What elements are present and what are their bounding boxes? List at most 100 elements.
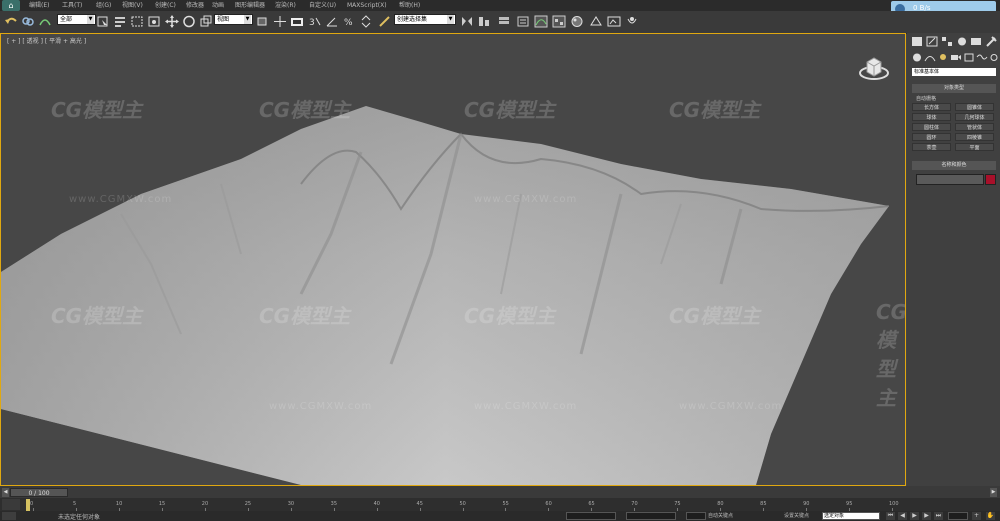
go-to-end-icon[interactable]: ⏭ xyxy=(934,512,943,520)
next-key-icon[interactable]: ▶ xyxy=(922,512,931,520)
prev-key-icon[interactable]: ◀ xyxy=(898,512,907,520)
mirror-icon[interactable] xyxy=(460,15,474,28)
reference-coord-select[interactable]: 视图 ▼ xyxy=(214,14,253,25)
modify-tab-icon[interactable] xyxy=(926,36,938,47)
y-coord-field[interactable] xyxy=(626,512,676,520)
cameras-category-icon[interactable] xyxy=(950,52,962,63)
z-coord-field[interactable] xyxy=(686,512,706,520)
helpers-category-icon[interactable] xyxy=(963,52,975,63)
undo-icon[interactable] xyxy=(4,15,18,28)
scene-explorer-icon[interactable] xyxy=(516,15,530,28)
selection-filter-select[interactable]: 全部 ▼ xyxy=(57,14,96,25)
named-selection-select[interactable]: 创建选择集 ▼ xyxy=(394,14,456,25)
geometry-category-icon[interactable] xyxy=(911,52,923,63)
snaps-toggle-icon[interactable]: 3 xyxy=(308,15,322,28)
object-name-field[interactable] xyxy=(916,174,984,185)
object-type-rollout[interactable]: 对象类型 xyxy=(912,84,996,93)
box-button[interactable]: 长方体 xyxy=(912,103,951,111)
teapot-button[interactable]: 茶壶 xyxy=(912,143,951,151)
select-object-icon[interactable] xyxy=(96,15,110,28)
curve-editor-icon[interactable] xyxy=(534,15,548,28)
cylinder-button[interactable]: 圆柱体 xyxy=(912,123,951,131)
menu-graph-editors[interactable]: 图形编辑器 xyxy=(235,0,265,11)
menu-tools[interactable]: 工具(T) xyxy=(62,0,82,11)
render-production-icon[interactable] xyxy=(625,15,639,28)
timeline-tick-label: 25 xyxy=(244,501,252,507)
select-by-name-icon[interactable] xyxy=(113,15,127,28)
object-category-select[interactable]: 标准基本体 xyxy=(912,68,996,76)
create-tab-icon[interactable] xyxy=(911,36,923,47)
status-bar: 未选定任何对象 自动关键点 设置关键点 选定对象 ⏮ ◀ ▶ ▶ ⏭ + ✋ xyxy=(0,511,1000,521)
angle-snap-icon[interactable] xyxy=(325,15,339,28)
systems-category-icon[interactable] xyxy=(988,52,1000,63)
timeline-tick-label: 100 xyxy=(889,501,899,507)
pyramid-button[interactable]: 四棱锥 xyxy=(955,133,994,141)
torus-button[interactable]: 圆环 xyxy=(912,133,951,141)
selected-object-select[interactable]: 选定对象 xyxy=(822,512,880,520)
menu-edit[interactable]: 编辑(E) xyxy=(29,0,49,11)
display-tab-icon[interactable] xyxy=(970,36,982,47)
current-frame-field[interactable] xyxy=(948,512,968,520)
lights-category-icon[interactable] xyxy=(937,52,949,63)
plane-button[interactable]: 平面 xyxy=(955,143,994,151)
window-crossing-icon[interactable] xyxy=(147,15,161,28)
command-panel: 标准基本体 对象类型 自动栅格 长方体 圆锥体 球体 几何球体 圆柱体 管状体 … xyxy=(907,33,1000,486)
autogrid-checkbox[interactable]: 自动栅格 xyxy=(916,95,936,102)
app-logo-icon[interactable]: ⌂ xyxy=(2,0,20,11)
sphere-button[interactable]: 球体 xyxy=(912,113,951,121)
geosphere-button[interactable]: 几何球体 xyxy=(955,113,994,121)
menu-create[interactable]: 创建(C) xyxy=(155,0,176,11)
maxscript-listener-icon[interactable] xyxy=(2,512,16,520)
zoom-icon[interactable]: + xyxy=(972,512,981,520)
hierarchy-tab-icon[interactable] xyxy=(941,36,953,47)
name-color-rollout[interactable]: 名称和颜色 xyxy=(912,161,996,170)
rotate-icon[interactable] xyxy=(182,15,196,28)
layer-manager-icon[interactable] xyxy=(497,15,511,28)
shapes-category-icon[interactable] xyxy=(924,52,936,63)
menu-rendering[interactable]: 渲染(R) xyxy=(275,0,296,11)
mini-curve-editor-icon[interactable] xyxy=(2,499,20,510)
menu-animation[interactable]: 动画 xyxy=(212,0,224,11)
menu-view[interactable]: 视图(V) xyxy=(122,0,143,11)
pivot-center-icon[interactable] xyxy=(255,15,269,28)
cone-button[interactable]: 圆锥体 xyxy=(955,103,994,111)
bind-spacewarp-icon[interactable] xyxy=(38,15,52,28)
render-setup-icon[interactable] xyxy=(589,15,603,28)
menu-modifiers[interactable]: 修改器 xyxy=(186,0,204,11)
time-slider-thumb[interactable]: 0 / 100 xyxy=(10,488,68,497)
object-color-swatch[interactable] xyxy=(985,174,996,185)
prev-frame-icon[interactable]: ◀ xyxy=(2,488,9,497)
menu-customize[interactable]: 自定义(U) xyxy=(309,0,336,11)
motion-tab-icon[interactable] xyxy=(956,36,968,47)
rendered-frame-window-icon[interactable] xyxy=(607,15,621,28)
set-key-label[interactable]: 设置关键点 xyxy=(784,512,809,519)
viewcube-icon[interactable] xyxy=(859,52,889,82)
time-slider-track[interactable] xyxy=(0,486,1000,498)
select-link-icon[interactable] xyxy=(21,15,35,28)
percent-snap-icon[interactable]: % xyxy=(342,15,356,28)
pan-icon[interactable]: ✋ xyxy=(986,512,995,520)
next-frame-icon[interactable]: ▶ xyxy=(990,488,997,497)
perspective-viewport[interactable]: [ + ] [ 透视 ] [ 平滑 + 高光 ] CG模型主 CG模型主 CG模… xyxy=(0,33,906,486)
move-icon[interactable] xyxy=(165,15,179,28)
auto-key-label[interactable]: 自动关键点 xyxy=(708,512,733,519)
utilities-tab-icon[interactable] xyxy=(985,36,997,47)
rect-selection-icon[interactable] xyxy=(130,15,144,28)
timeline-tick-label: 20 xyxy=(201,501,209,507)
edit-named-selection-icon[interactable] xyxy=(378,15,392,28)
spinner-snap-icon[interactable] xyxy=(359,15,373,28)
spacewarps-category-icon[interactable] xyxy=(976,52,988,63)
menu-group[interactable]: 组(G) xyxy=(96,0,111,11)
select-manipulate-icon[interactable] xyxy=(273,15,287,28)
play-icon[interactable]: ▶ xyxy=(910,512,919,520)
menu-maxscript[interactable]: MAXScript(X) xyxy=(347,0,387,11)
go-to-start-icon[interactable]: ⏮ xyxy=(886,512,895,520)
tube-button[interactable]: 管状体 xyxy=(955,123,994,131)
material-editor-icon[interactable] xyxy=(570,15,584,28)
menu-help[interactable]: 帮助(H) xyxy=(399,0,420,11)
keyboard-shortcut-icon[interactable] xyxy=(290,15,304,28)
schematic-view-icon[interactable] xyxy=(552,15,566,28)
align-icon[interactable] xyxy=(477,15,491,28)
scale-icon[interactable] xyxy=(199,15,213,28)
x-coord-field[interactable] xyxy=(566,512,616,520)
